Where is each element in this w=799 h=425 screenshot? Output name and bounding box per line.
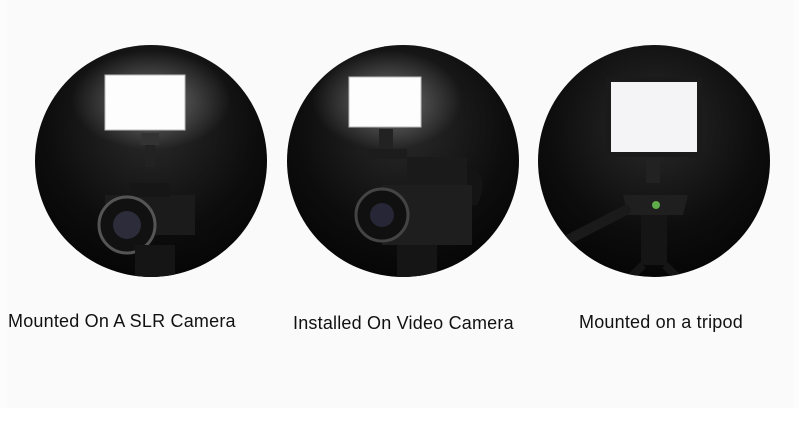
caption-video-camera: Installed On Video Camera <box>293 313 514 333</box>
slr-camera-illustration <box>71 50 231 277</box>
led-panel <box>104 74 186 131</box>
caption-tripod: Mounted on a tripod <box>579 312 743 332</box>
mount-stem <box>145 145 155 167</box>
mount-stem <box>646 159 660 183</box>
hot-shoe-mount <box>141 133 159 145</box>
video-camera-photo <box>287 45 519 277</box>
lens-glass <box>113 211 141 239</box>
camera-prism <box>130 183 170 197</box>
led-panel <box>348 76 422 128</box>
viewfinder <box>407 157 467 187</box>
led-panel <box>611 82 697 152</box>
lens-glass <box>370 203 394 227</box>
bubble-level <box>652 201 660 209</box>
tripod-photo <box>538 45 770 277</box>
center-column <box>641 215 667 265</box>
tripod-illustration <box>553 77 702 277</box>
tripod-head <box>397 245 437 277</box>
mount-stem <box>379 129 393 149</box>
caption-slr-camera: Mounted On A SLR Camera <box>8 311 236 331</box>
tripod-head <box>135 245 175 277</box>
video-camera-illustration <box>312 50 483 277</box>
bottom-strip <box>0 408 799 425</box>
slr-camera-photo <box>35 45 267 277</box>
top-handle <box>367 149 407 159</box>
pan-handle <box>553 205 631 250</box>
